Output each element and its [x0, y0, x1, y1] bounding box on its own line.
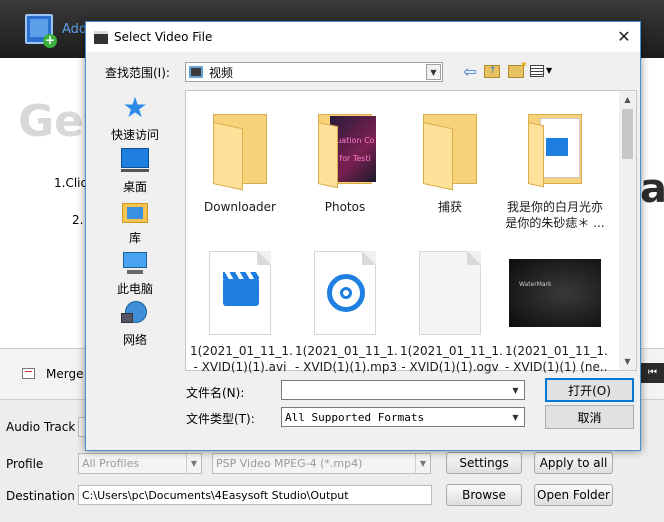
- file-name-line2: - XVID(1)(1).mp3: [295, 360, 397, 374]
- chevron-down-icon: ▼: [426, 64, 441, 80]
- star-icon: ★: [122, 91, 148, 124]
- file-item-photos[interactable]: luation Co y for Testi Photos: [293, 99, 397, 215]
- scroll-thumb[interactable]: [622, 109, 633, 159]
- file-item-downloader[interactable]: Downloader: [188, 99, 292, 215]
- file-name-line2: - XVID(1)(1).ogv: [401, 360, 499, 374]
- place-label: 此电脑: [116, 282, 153, 296]
- chevron-down-icon: ▼: [512, 385, 519, 395]
- scroll-up-icon[interactable]: ▲: [619, 91, 636, 108]
- place-network[interactable]: 网络: [99, 297, 171, 348]
- destination-path-field[interactable]: C:\Users\pc\Documents\4Easysoft Studio\O…: [78, 485, 432, 505]
- video-file-icon: [209, 251, 271, 335]
- select-video-file-dialog: Select Video File ✕ 查找范围(I): 视频 ▼ ⇦ ↑ ✶ …: [85, 21, 641, 451]
- place-libraries[interactable]: 库: [99, 195, 171, 246]
- instruction-step-2: 2.: [72, 213, 84, 227]
- video-folder-icon: [528, 114, 582, 188]
- video-thumbnail: WaterMark: [509, 259, 601, 327]
- close-icon[interactable]: ✕: [614, 27, 634, 47]
- dialog-title: Select Video File: [114, 30, 213, 44]
- settings-button[interactable]: Settings: [446, 452, 522, 474]
- places-bar: ★ 快速访问 桌面 库 此电脑 网络: [99, 90, 171, 348]
- file-name: 1(2021_01_11_1...: [295, 344, 397, 358]
- back-icon[interactable]: ⇦: [460, 62, 480, 82]
- folder-icon: [213, 114, 267, 191]
- profile-category-select[interactable]: All Profiles ▼: [78, 453, 202, 474]
- file-name: 1(2021_01_11_1...: [190, 344, 292, 358]
- browse-button[interactable]: Browse: [446, 484, 522, 506]
- new-folder-icon[interactable]: ✶: [508, 60, 528, 78]
- place-label: 网络: [122, 333, 147, 347]
- instruction-step-1: 1.Clic: [54, 176, 88, 190]
- add-video-icon[interactable]: +: [25, 14, 57, 48]
- filename-label: 文件名(N):: [186, 386, 245, 400]
- file-item-video-thumb[interactable]: WaterMark 1(2021_01_11_1... - XVID(1)(1)…: [503, 243, 607, 375]
- file-item-video-folder[interactable]: 我是你的白月光亦 是你的朱砂痣＊ ...: [503, 99, 607, 231]
- file-item-mp3[interactable]: 1(2021_01_11_1... - XVID(1)(1).mp3: [293, 243, 397, 375]
- file-name-line2: 是你的朱砂痣＊ ...: [505, 216, 605, 230]
- cancel-button[interactable]: 取消: [545, 405, 634, 429]
- photo-folder-icon: luation Co y for Testi: [318, 114, 376, 189]
- profile-format-value: PSP Video MPEG-4 (*.mp4): [216, 457, 363, 470]
- place-label: 桌面: [122, 180, 147, 194]
- profile-format-select[interactable]: PSP Video MPEG-4 (*.mp4) ▼: [212, 453, 431, 474]
- profile-category-value: All Profiles: [82, 457, 140, 470]
- up-folder-icon[interactable]: ↑: [484, 65, 500, 78]
- audio-track-label: Audio Track: [6, 420, 76, 434]
- file-list: Downloader luation Co y for Testi Photos…: [185, 90, 637, 374]
- computer-icon: [119, 246, 151, 278]
- place-quick-access[interactable]: ★ 快速访问: [99, 92, 171, 143]
- chevron-down-icon: ▼: [186, 454, 201, 473]
- file-item-capture[interactable]: 捕获: [398, 99, 502, 215]
- view-menu-icon[interactable]: ▼: [530, 65, 554, 79]
- photo-overlay-text: luation Co: [334, 136, 375, 145]
- look-in-label: 查找范围(I):: [105, 66, 170, 80]
- place-label: 库: [128, 231, 141, 245]
- filetype-select[interactable]: All Supported Formats ▼: [281, 407, 525, 427]
- clapperboard-icon: [94, 31, 108, 44]
- file-list-scrollbar[interactable]: ▲ ▼: [619, 91, 636, 370]
- add-video-label[interactable]: Add: [62, 22, 87, 37]
- file-name-line2: - XVID(1)(1) (ne...: [505, 360, 607, 374]
- profile-label: Profile: [6, 457, 44, 471]
- folder-icon: [423, 114, 477, 191]
- background-logo-text: as: [640, 166, 664, 212]
- file-name: 1(2021_01_11_1...: [505, 344, 607, 358]
- file-name: Photos: [324, 200, 366, 214]
- merge-checkbox-icon[interactable]: [22, 368, 35, 379]
- thumbnail-watermark-text: WaterMark: [519, 281, 552, 288]
- file-name-line2: - XVID(1)(1).avi: [193, 360, 287, 374]
- filename-input[interactable]: ▼: [281, 380, 525, 400]
- look-in-value: 视频: [209, 65, 234, 80]
- merge-label[interactable]: Merge: [46, 367, 83, 381]
- chevron-down-icon: ▼: [415, 454, 430, 473]
- apply-to-all-button[interactable]: Apply to all: [534, 452, 613, 474]
- filetype-value: All Supported Formats: [285, 410, 425, 424]
- scroll-down-icon[interactable]: ▼: [619, 353, 636, 370]
- place-this-pc[interactable]: 此电脑: [99, 246, 171, 297]
- file-item-ogv[interactable]: 1(2021_01_11_1... - XVID(1)(1).ogv: [398, 243, 502, 375]
- network-icon: [119, 297, 151, 329]
- dialog-titlebar: Select Video File ✕: [86, 22, 640, 52]
- file-name: 捕获: [437, 200, 462, 214]
- skip-to-end-icon[interactable]: ⏮: [641, 363, 664, 383]
- file-name: 1(2021_01_11_1...: [400, 344, 502, 358]
- place-label: 快速访问: [110, 128, 159, 142]
- look-in-select[interactable]: 视频 ▼: [185, 62, 443, 82]
- chevron-down-icon: ▼: [512, 412, 519, 422]
- folder-video-icon: [189, 66, 203, 78]
- desktop-icon: [119, 144, 151, 176]
- filetype-label: 文件类型(T):: [186, 412, 255, 426]
- audio-file-icon: [314, 251, 376, 335]
- place-desktop[interactable]: 桌面: [99, 144, 171, 195]
- open-button[interactable]: 打开(O): [545, 378, 634, 402]
- open-folder-button[interactable]: Open Folder: [534, 484, 613, 506]
- destination-label: Destination: [6, 489, 75, 503]
- file-name: Downloader: [204, 200, 276, 214]
- library-icon: [119, 195, 151, 227]
- blank-file-icon: [419, 251, 481, 335]
- file-name: 我是你的白月光亦: [506, 200, 603, 214]
- file-item-avi[interactable]: 1(2021_01_11_1... - XVID(1)(1).avi: [188, 243, 292, 375]
